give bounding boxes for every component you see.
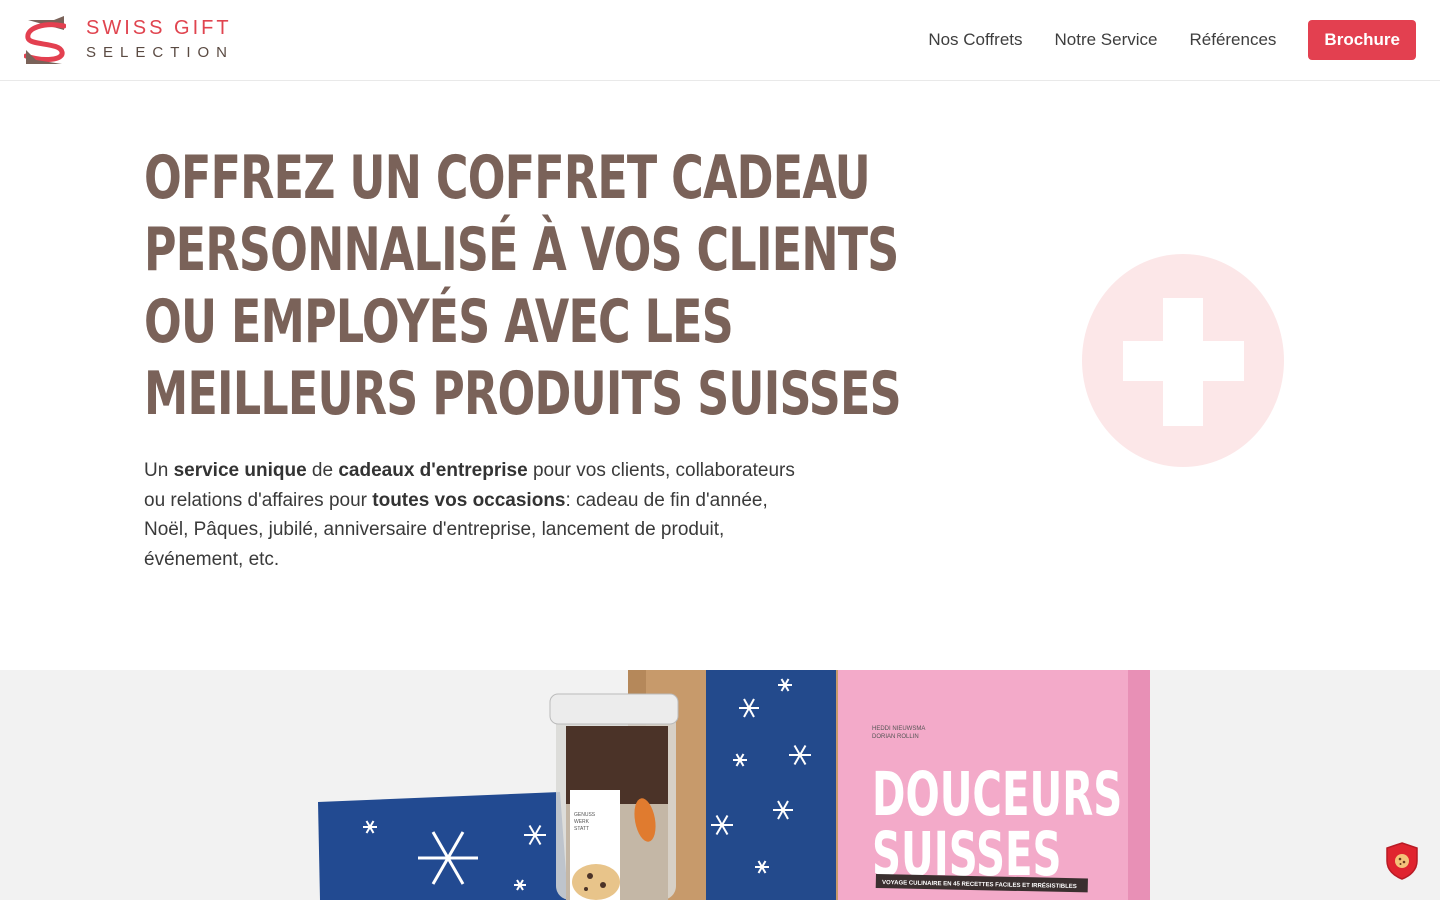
hero-title: Offrez un coffret cadeau personnalisé à … [144,142,902,430]
hero-intro: Un service unique de cadeaux d'entrepris… [144,456,809,574]
nav-link-notre-service[interactable]: Notre Service [1055,20,1158,60]
hero-title-line: personnalisé à vos clients [144,215,899,285]
site-header: SWISS GIFT SELECTION Nos Coffrets Notre … [0,0,1440,81]
swiss-gift-s-logo-icon [24,16,66,64]
brochure-button[interactable]: Brochure [1308,20,1416,60]
intro-highlight: service unique [173,460,307,481]
nav-link-references[interactable]: Références [1189,20,1276,60]
intro-text: de [306,460,339,481]
swiss-cross-icon [1082,254,1284,467]
jar-label-3: STATT [574,826,589,832]
main-nav: Nos Coffrets Notre Service Références Br… [928,20,1416,60]
hero-title-line: ou employés avec les [144,287,734,357]
product-image: HEDDI NIEUWSMA DORIAN ROLLIN DOUCEURS SU… [0,670,1440,900]
intro-highlight: toutes vos occasions [372,489,566,511]
product-illustration: HEDDI NIEUWSMA DORIAN ROLLIN DOUCEURS SU… [318,670,1150,900]
cookie-shield-icon[interactable] [1385,842,1419,880]
hero-title-line: meilleurs produits suisses [144,359,902,429]
logo-text-line2: SELECTION [86,44,235,61]
logo-text-line1: SWISS GIFT [86,17,232,39]
jar-label-1: GENUSS [574,812,596,818]
jar-label-2: WERK [574,819,590,825]
book-author-1: HEDDI NIEUWSMA [872,726,925,732]
nav-link-nos-coffrets[interactable]: Nos Coffrets [928,20,1022,60]
intro-highlight: cadeaux d'entreprise [338,460,528,481]
intro-text: Un [144,460,174,481]
book-author-2: DORIAN ROLLIN [872,734,919,740]
hero-title-line: Offrez un coffret cadeau [144,143,871,213]
